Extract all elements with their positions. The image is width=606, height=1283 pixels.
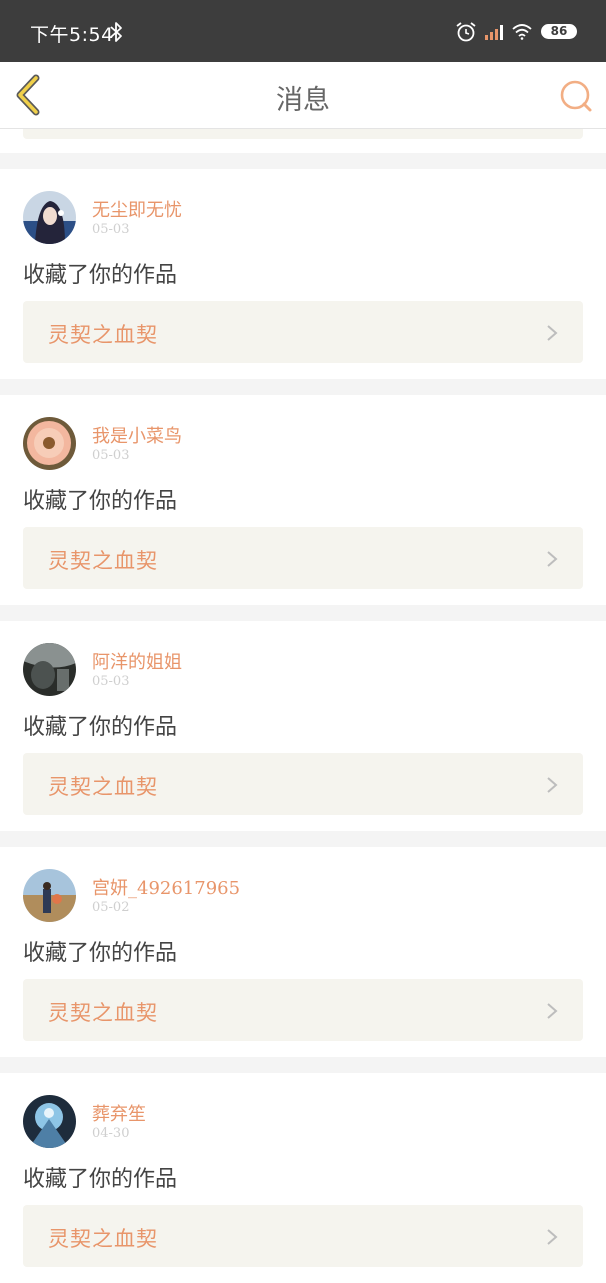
- partial-work-link[interactable]: [23, 129, 583, 139]
- message-date: 04-30: [92, 1126, 130, 1141]
- message-action: 收藏了你的作品: [23, 263, 178, 288]
- message-action: 收藏了你的作品: [23, 941, 178, 966]
- status-bar: 下午5:54 86: [0, 0, 606, 62]
- user-name[interactable]: 无尘即无忧: [92, 196, 182, 222]
- bluetooth-icon: [110, 22, 122, 42]
- chevron-right-icon: [547, 551, 558, 567]
- chevron-right-icon: [547, 325, 558, 341]
- work-link[interactable]: 灵契之血契: [23, 979, 583, 1041]
- wifi-icon: [512, 24, 532, 40]
- search-icon: [560, 80, 592, 112]
- message-action: 收藏了你的作品: [23, 715, 178, 740]
- alarm-icon: [456, 22, 476, 42]
- work-link[interactable]: 灵契之血契: [23, 1205, 583, 1267]
- nav-bar: 消息: [0, 62, 606, 129]
- avatar[interactable]: [23, 1095, 76, 1148]
- chevron-right-icon: [547, 1229, 558, 1245]
- partial-message-card: [0, 129, 606, 153]
- work-title: 灵契之血契: [48, 549, 158, 573]
- page-title: 消息: [276, 85, 330, 116]
- work-title: 灵契之血契: [48, 1001, 158, 1025]
- message-card: 宫妍_492617965 05-02 收藏了你的作品 灵契之血契: [0, 847, 606, 1057]
- message-action: 收藏了你的作品: [23, 489, 178, 514]
- message-card: 我是小菜鸟 05-03 收藏了你的作品 灵契之血契: [0, 395, 606, 605]
- message-date: 05-03: [92, 448, 130, 463]
- user-name[interactable]: 我是小菜鸟: [92, 422, 182, 448]
- search-button[interactable]: [556, 78, 596, 116]
- avatar[interactable]: [23, 643, 76, 696]
- message-card: 葬弃笙 04-30 收藏了你的作品 灵契之血契: [0, 1073, 606, 1283]
- message-card: 阿洋的姐姐 05-03 收藏了你的作品 灵契之血契: [0, 621, 606, 831]
- message-date: 05-03: [92, 222, 130, 237]
- avatar[interactable]: [23, 191, 76, 244]
- avatar[interactable]: [23, 869, 76, 922]
- work-title: 灵契之血契: [48, 323, 158, 347]
- user-name[interactable]: 阿洋的姐姐: [92, 648, 182, 674]
- message-card: 无尘即无忧 05-03 收藏了你的作品 灵契之血契: [0, 169, 606, 379]
- work-title: 灵契之血契: [48, 775, 158, 799]
- work-title: 灵契之血契: [48, 1227, 158, 1251]
- work-link[interactable]: 灵契之血契: [23, 753, 583, 815]
- message-action: 收藏了你的作品: [23, 1167, 178, 1192]
- chevron-right-icon: [547, 777, 558, 793]
- message-date: 05-02: [92, 900, 130, 915]
- work-link[interactable]: 灵契之血契: [23, 527, 583, 589]
- signal-icon: [485, 25, 503, 40]
- user-name[interactable]: 宫妍_492617965: [92, 874, 240, 900]
- work-link[interactable]: 灵契之血契: [23, 301, 583, 363]
- battery-indicator: 86: [541, 24, 577, 39]
- message-date: 05-03: [92, 674, 130, 689]
- status-time: 下午5:54: [30, 24, 114, 46]
- user-name[interactable]: 葬弃笙: [92, 1100, 146, 1126]
- chevron-right-icon: [547, 1003, 558, 1019]
- avatar[interactable]: [23, 417, 76, 470]
